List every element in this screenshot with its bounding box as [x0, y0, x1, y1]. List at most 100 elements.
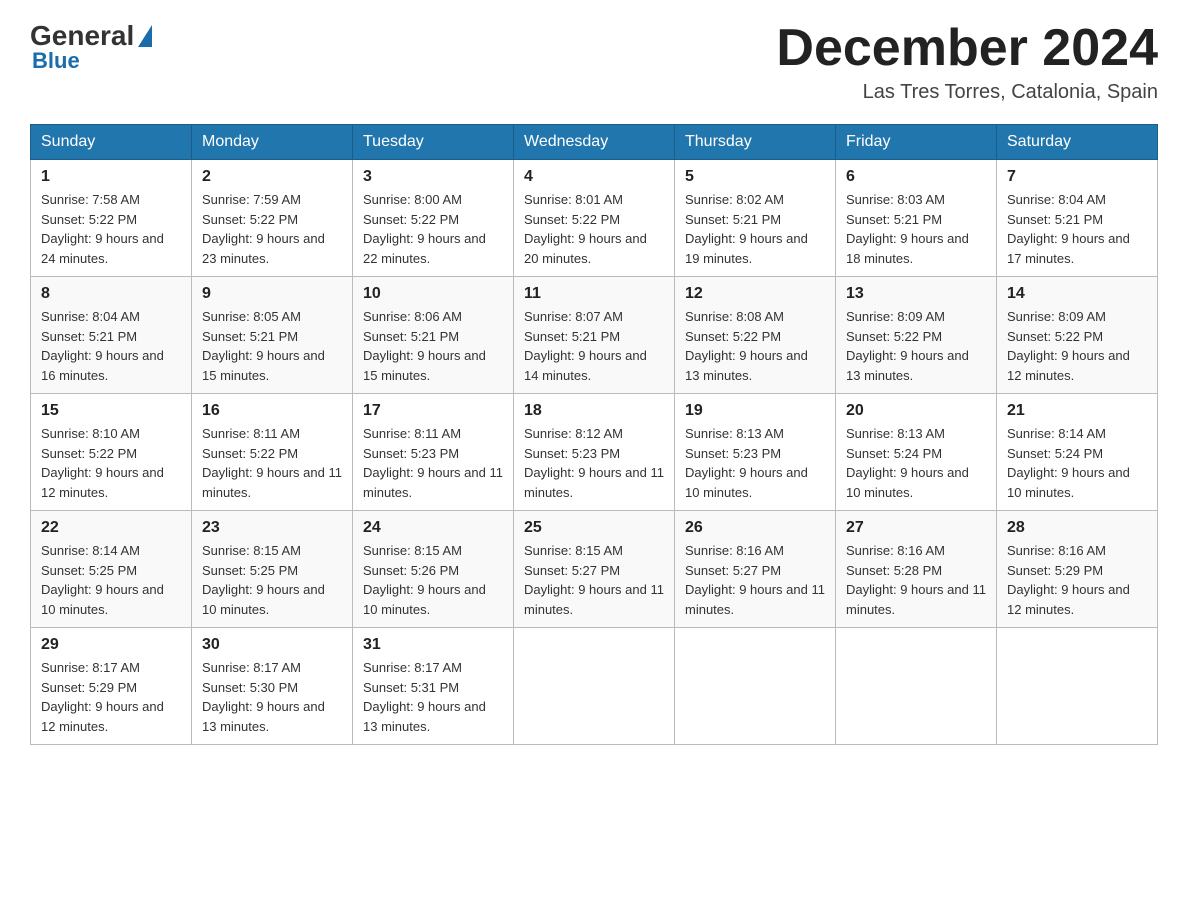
day-info: Sunrise: 7:59 AM Sunset: 5:22 PM Dayligh… [202, 190, 342, 268]
day-number: 14 [1007, 285, 1147, 303]
table-row: 4 Sunrise: 8:01 AM Sunset: 5:22 PM Dayli… [514, 160, 675, 277]
table-row: 25 Sunrise: 8:15 AM Sunset: 5:27 PM Dayl… [514, 511, 675, 628]
table-row: 19 Sunrise: 8:13 AM Sunset: 5:23 PM Dayl… [675, 394, 836, 511]
day-info: Sunrise: 8:16 AM Sunset: 5:27 PM Dayligh… [685, 541, 825, 619]
day-number: 30 [202, 636, 342, 654]
table-row: 22 Sunrise: 8:14 AM Sunset: 5:25 PM Dayl… [31, 511, 192, 628]
calendar-week-1: 1 Sunrise: 7:58 AM Sunset: 5:22 PM Dayli… [31, 160, 1158, 277]
day-info: Sunrise: 8:17 AM Sunset: 5:30 PM Dayligh… [202, 658, 342, 736]
day-number: 1 [41, 168, 181, 186]
table-row: 18 Sunrise: 8:12 AM Sunset: 5:23 PM Dayl… [514, 394, 675, 511]
calendar-header-row: Sunday Monday Tuesday Wednesday Thursday… [31, 125, 1158, 160]
day-info: Sunrise: 8:08 AM Sunset: 5:22 PM Dayligh… [685, 307, 825, 385]
table-row: 13 Sunrise: 8:09 AM Sunset: 5:22 PM Dayl… [836, 277, 997, 394]
day-info: Sunrise: 8:12 AM Sunset: 5:23 PM Dayligh… [524, 424, 664, 502]
day-number: 28 [1007, 519, 1147, 537]
day-number: 13 [846, 285, 986, 303]
page-header: General Blue December 2024 Las Tres Torr… [30, 20, 1158, 104]
table-row: 3 Sunrise: 8:00 AM Sunset: 5:22 PM Dayli… [353, 160, 514, 277]
month-title: December 2024 [776, 20, 1158, 77]
day-info: Sunrise: 8:09 AM Sunset: 5:22 PM Dayligh… [846, 307, 986, 385]
location-text: Las Tres Torres, Catalonia, Spain [776, 81, 1158, 104]
calendar-week-4: 22 Sunrise: 8:14 AM Sunset: 5:25 PM Dayl… [31, 511, 1158, 628]
day-info: Sunrise: 8:02 AM Sunset: 5:21 PM Dayligh… [685, 190, 825, 268]
table-row: 7 Sunrise: 8:04 AM Sunset: 5:21 PM Dayli… [997, 160, 1158, 277]
day-number: 19 [685, 402, 825, 420]
calendar-week-3: 15 Sunrise: 8:10 AM Sunset: 5:22 PM Dayl… [31, 394, 1158, 511]
table-row: 27 Sunrise: 8:16 AM Sunset: 5:28 PM Dayl… [836, 511, 997, 628]
col-monday: Monday [192, 125, 353, 160]
day-number: 5 [685, 168, 825, 186]
table-row: 6 Sunrise: 8:03 AM Sunset: 5:21 PM Dayli… [836, 160, 997, 277]
table-row: 31 Sunrise: 8:17 AM Sunset: 5:31 PM Dayl… [353, 628, 514, 745]
table-row: 16 Sunrise: 8:11 AM Sunset: 5:22 PM Dayl… [192, 394, 353, 511]
table-row: 12 Sunrise: 8:08 AM Sunset: 5:22 PM Dayl… [675, 277, 836, 394]
day-info: Sunrise: 8:04 AM Sunset: 5:21 PM Dayligh… [1007, 190, 1147, 268]
day-info: Sunrise: 8:15 AM Sunset: 5:25 PM Dayligh… [202, 541, 342, 619]
day-number: 18 [524, 402, 664, 420]
day-number: 3 [363, 168, 503, 186]
col-saturday: Saturday [997, 125, 1158, 160]
day-number: 8 [41, 285, 181, 303]
table-row: 14 Sunrise: 8:09 AM Sunset: 5:22 PM Dayl… [997, 277, 1158, 394]
table-row: 11 Sunrise: 8:07 AM Sunset: 5:21 PM Dayl… [514, 277, 675, 394]
table-row: 9 Sunrise: 8:05 AM Sunset: 5:21 PM Dayli… [192, 277, 353, 394]
logo-triangle-icon [138, 25, 152, 47]
table-row [836, 628, 997, 745]
col-sunday: Sunday [31, 125, 192, 160]
day-info: Sunrise: 7:58 AM Sunset: 5:22 PM Dayligh… [41, 190, 181, 268]
table-row: 5 Sunrise: 8:02 AM Sunset: 5:21 PM Dayli… [675, 160, 836, 277]
day-info: Sunrise: 8:09 AM Sunset: 5:22 PM Dayligh… [1007, 307, 1147, 385]
table-row: 17 Sunrise: 8:11 AM Sunset: 5:23 PM Dayl… [353, 394, 514, 511]
title-section: December 2024 Las Tres Torres, Catalonia… [776, 20, 1158, 104]
day-info: Sunrise: 8:11 AM Sunset: 5:22 PM Dayligh… [202, 424, 342, 502]
day-info: Sunrise: 8:15 AM Sunset: 5:26 PM Dayligh… [363, 541, 503, 619]
day-info: Sunrise: 8:00 AM Sunset: 5:22 PM Dayligh… [363, 190, 503, 268]
day-number: 15 [41, 402, 181, 420]
table-row: 10 Sunrise: 8:06 AM Sunset: 5:21 PM Dayl… [353, 277, 514, 394]
day-number: 10 [363, 285, 503, 303]
day-number: 25 [524, 519, 664, 537]
day-info: Sunrise: 8:11 AM Sunset: 5:23 PM Dayligh… [363, 424, 503, 502]
day-number: 9 [202, 285, 342, 303]
table-row: 21 Sunrise: 8:14 AM Sunset: 5:24 PM Dayl… [997, 394, 1158, 511]
day-number: 24 [363, 519, 503, 537]
table-row: 29 Sunrise: 8:17 AM Sunset: 5:29 PM Dayl… [31, 628, 192, 745]
day-number: 2 [202, 168, 342, 186]
table-row: 23 Sunrise: 8:15 AM Sunset: 5:25 PM Dayl… [192, 511, 353, 628]
day-info: Sunrise: 8:17 AM Sunset: 5:29 PM Dayligh… [41, 658, 181, 736]
table-row: 28 Sunrise: 8:16 AM Sunset: 5:29 PM Dayl… [997, 511, 1158, 628]
day-info: Sunrise: 8:16 AM Sunset: 5:29 PM Dayligh… [1007, 541, 1147, 619]
day-number: 4 [524, 168, 664, 186]
day-info: Sunrise: 8:05 AM Sunset: 5:21 PM Dayligh… [202, 307, 342, 385]
table-row [675, 628, 836, 745]
day-number: 27 [846, 519, 986, 537]
col-thursday: Thursday [675, 125, 836, 160]
day-number: 12 [685, 285, 825, 303]
table-row: 8 Sunrise: 8:04 AM Sunset: 5:21 PM Dayli… [31, 277, 192, 394]
table-row: 1 Sunrise: 7:58 AM Sunset: 5:22 PM Dayli… [31, 160, 192, 277]
day-info: Sunrise: 8:14 AM Sunset: 5:25 PM Dayligh… [41, 541, 181, 619]
col-friday: Friday [836, 125, 997, 160]
day-number: 20 [846, 402, 986, 420]
day-number: 23 [202, 519, 342, 537]
day-number: 21 [1007, 402, 1147, 420]
calendar-table: Sunday Monday Tuesday Wednesday Thursday… [30, 124, 1158, 745]
table-row: 20 Sunrise: 8:13 AM Sunset: 5:24 PM Dayl… [836, 394, 997, 511]
day-info: Sunrise: 8:07 AM Sunset: 5:21 PM Dayligh… [524, 307, 664, 385]
day-info: Sunrise: 8:16 AM Sunset: 5:28 PM Dayligh… [846, 541, 986, 619]
day-info: Sunrise: 8:10 AM Sunset: 5:22 PM Dayligh… [41, 424, 181, 502]
day-info: Sunrise: 8:15 AM Sunset: 5:27 PM Dayligh… [524, 541, 664, 619]
col-tuesday: Tuesday [353, 125, 514, 160]
day-info: Sunrise: 8:13 AM Sunset: 5:24 PM Dayligh… [846, 424, 986, 502]
day-info: Sunrise: 8:17 AM Sunset: 5:31 PM Dayligh… [363, 658, 503, 736]
table-row: 26 Sunrise: 8:16 AM Sunset: 5:27 PM Dayl… [675, 511, 836, 628]
day-number: 29 [41, 636, 181, 654]
day-info: Sunrise: 8:04 AM Sunset: 5:21 PM Dayligh… [41, 307, 181, 385]
day-number: 11 [524, 285, 664, 303]
day-number: 31 [363, 636, 503, 654]
calendar-week-2: 8 Sunrise: 8:04 AM Sunset: 5:21 PM Dayli… [31, 277, 1158, 394]
logo-blue-text: Blue [32, 48, 80, 74]
day-number: 7 [1007, 168, 1147, 186]
day-info: Sunrise: 8:01 AM Sunset: 5:22 PM Dayligh… [524, 190, 664, 268]
